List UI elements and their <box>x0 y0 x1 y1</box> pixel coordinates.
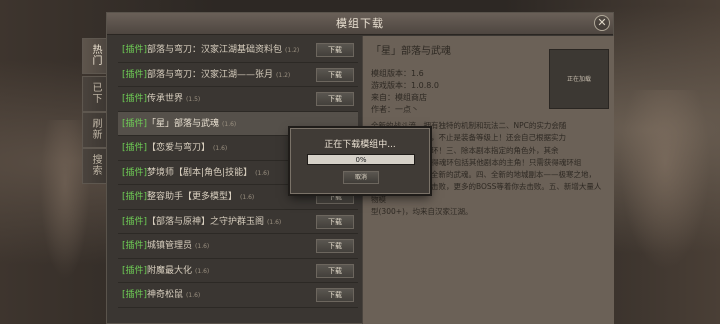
mod-version: (1.6) <box>267 218 282 226</box>
mod-version: (1.2) <box>285 47 300 54</box>
mod-name: 附魔最大化 <box>147 265 193 276</box>
list-item[interactable]: [插件]部落与弯刀：汉家江湖——张月 (1.2) 下载 <box>118 63 358 87</box>
mod-version: (1.6) <box>195 243 210 250</box>
mod-name: 「星」部落与武魂 <box>147 118 220 129</box>
plugin-tag: [插件] <box>122 265 148 276</box>
list-item[interactable]: [插件]部落与弯刀：汉家江湖基础资料包 (1.2) 下载 <box>118 38 358 63</box>
plugin-tag: [插件] <box>122 216 148 227</box>
download-button[interactable]: 下载 <box>316 214 354 229</box>
plugin-tag: [插件] <box>122 143 148 153</box>
cancel-button[interactable]: 取消 <box>343 171 379 184</box>
plugin-tag: [插件] <box>122 69 148 80</box>
mod-version: (1.6) <box>195 267 210 275</box>
download-button[interactable]: 下载 <box>316 43 354 57</box>
mod-version: (1.2) <box>276 71 291 79</box>
mod-name: 【恋爱与弯刀】 <box>147 143 211 153</box>
mod-version: (1.5) <box>186 96 201 103</box>
dialog-title: 正在下载模组中... <box>324 140 396 150</box>
mod-name: 【部落与原神】之守护群玉阁 <box>147 216 265 227</box>
download-button[interactable]: 下载 <box>316 67 354 82</box>
mod-name: 传承世界 <box>147 94 184 104</box>
download-button[interactable]: 下载 <box>316 239 354 253</box>
mod-version: (1.6) <box>213 145 228 152</box>
plugin-tag: [插件] <box>122 167 148 178</box>
mod-name: 部落与弯刀：汉家江湖——张月 <box>147 69 274 80</box>
source-info: 来自：模组商店 <box>371 93 427 102</box>
close-icon[interactable]: ✕ <box>594 15 610 31</box>
mod-name: 梦境师【剧本|角色|技能】 <box>147 167 253 178</box>
mod-name: 神奇松鼠 <box>147 290 184 300</box>
plugin-tag: [插件] <box>122 290 148 300</box>
background-character-right <box>620 90 710 270</box>
mod-version: (1.6) <box>240 194 255 201</box>
download-progress-dialog: 正在下载模组中... 0% 取消 <box>290 128 430 194</box>
mod-name: 整容助手【更多模型】 <box>147 192 238 202</box>
window-title: 模组下载 <box>107 13 613 35</box>
author-info: 作者：一点丶 <box>371 105 419 114</box>
game-version-info: 游戏版本：1.0.8.0 <box>371 81 439 90</box>
plugin-tag: [插件] <box>122 45 148 55</box>
plugin-tag: [插件] <box>122 241 148 251</box>
mod-version: (1.6) <box>222 120 237 128</box>
mod-version: (1.6) <box>186 292 201 299</box>
list-item[interactable]: [插件]城镇管理员 (1.6) 下载 <box>118 234 358 259</box>
plugin-tag: [插件] <box>122 192 148 202</box>
mod-name: 城镇管理员 <box>147 241 193 251</box>
progress-text: 0% <box>355 156 367 164</box>
mod-version-info: 模组版本：1.6 <box>371 69 424 78</box>
plugin-tag: [插件] <box>122 94 148 104</box>
mod-thumbnail: 正在加载 <box>549 49 609 109</box>
mod-name: 部落与弯刀：汉家江湖基础资料包 <box>147 45 283 55</box>
list-item[interactable]: [插件]附魔最大化 (1.6) 下载 <box>118 259 358 283</box>
list-item[interactable]: [插件]传承世界 (1.5) 下载 <box>118 87 358 112</box>
detail-title: 「星」部落与武魂 <box>371 46 451 57</box>
download-button[interactable]: 下载 <box>316 288 354 302</box>
plugin-tag: [插件] <box>122 118 148 129</box>
list-item[interactable]: [插件]神奇松鼠 (1.6) 下载 <box>118 283 358 308</box>
progress-bar: 0% <box>307 154 415 165</box>
download-button[interactable]: 下载 <box>316 92 354 106</box>
mod-version: (1.6) <box>255 169 270 177</box>
list-item[interactable]: [插件]【部落与原神】之守护群玉阁 (1.6) 下载 <box>118 210 358 234</box>
mod-meta: 模组版本：1.6 游戏版本：1.0.8.0 来自：模组商店 作者：一点丶 <box>371 68 439 116</box>
download-button[interactable]: 下载 <box>316 263 354 278</box>
